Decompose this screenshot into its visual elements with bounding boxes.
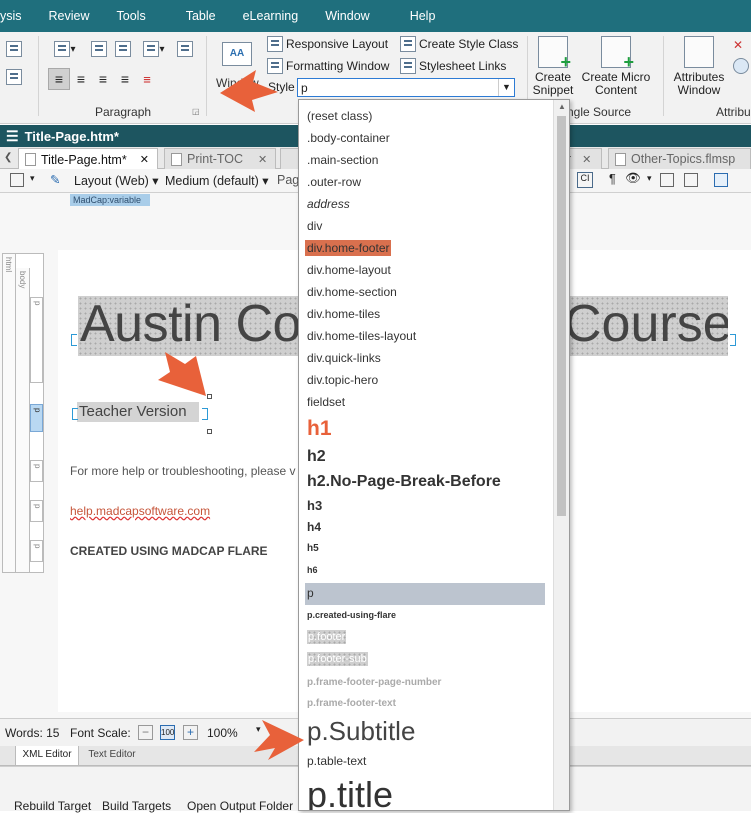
annotation-arrow-subtitle xyxy=(254,720,304,760)
annotation-arrow-style xyxy=(220,70,278,112)
annotation-arrows xyxy=(158,70,304,760)
annotation-arrow-teacher xyxy=(158,352,206,396)
